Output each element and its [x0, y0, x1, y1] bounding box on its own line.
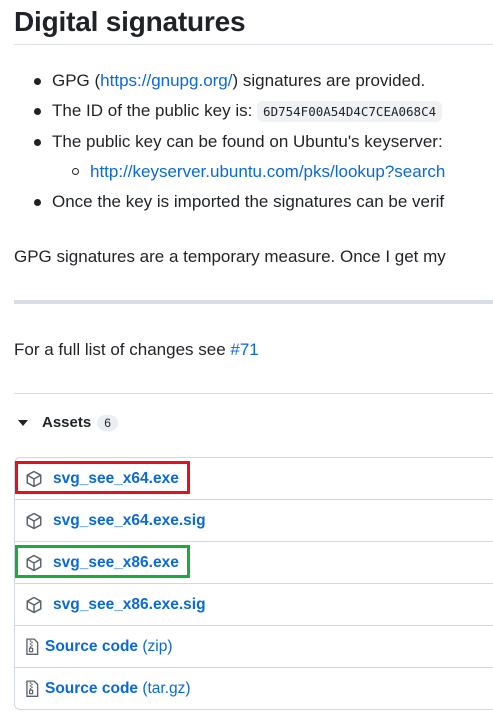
- asset-row: Source code (tar.gz): [15, 668, 493, 709]
- source-link-group: Source code (tar.gz): [39, 680, 191, 698]
- bullet-text: The public key can be found on Ubuntu's …: [52, 132, 443, 151]
- bullet-text: Once the key is imported the signatures …: [52, 192, 445, 211]
- assets-label: Assets: [42, 414, 92, 431]
- bullet-text: The ID of the public key is:: [52, 101, 258, 120]
- bullet-key-id: The ID of the public key is: 6D754F00A54…: [14, 96, 493, 127]
- asset-row: svg_see_x86.exe.sig: [15, 584, 493, 626]
- changes-line: For a full list of changes see #71: [14, 340, 259, 360]
- changes-link[interactable]: #71: [230, 340, 258, 359]
- bullet-dot: [34, 78, 41, 85]
- bullet-gpg: GPG (https://gnupg.org/) signatures are …: [14, 66, 493, 96]
- section-heading: Digital signatures: [14, 6, 246, 37]
- source-label: Source code: [45, 679, 139, 697]
- bullet-text: ) signatures are provided.: [232, 71, 426, 90]
- keyserver-link[interactable]: http://keyserver.ubuntu.com/pks/lookup?s…: [90, 162, 445, 181]
- keyserver-subitem: http://keyserver.ubuntu.com/pks/lookup?s…: [52, 157, 493, 187]
- heading-divider: [14, 44, 493, 45]
- source-format: (tar.gz): [142, 679, 191, 697]
- source-link-group: Source code (zip): [39, 638, 172, 656]
- keyserver-sublist: http://keyserver.ubuntu.com/pks/lookup?s…: [52, 157, 493, 187]
- file-zip-icon: [26, 679, 39, 697]
- gnupg-link[interactable]: https://gnupg.org/: [100, 71, 232, 90]
- asset-link[interactable]: svg_see_x86.exe.sig: [53, 596, 206, 614]
- package-icon: [26, 512, 42, 529]
- bullet-dot: [34, 139, 41, 146]
- asset-row: svg_see_x64.exe: [15, 458, 493, 500]
- package-icon: [26, 596, 42, 613]
- bullet-import: Once the key is imported the signatures …: [14, 187, 493, 217]
- asset-row: svg_see_x64.exe.sig: [15, 500, 493, 542]
- caret-down-icon: [18, 419, 28, 426]
- key-id-code: 6D754F00A54D4C7CEA068C4: [257, 101, 443, 122]
- bullet-dot: [34, 199, 41, 206]
- source-zip-link[interactable]: Source code (zip): [45, 638, 172, 655]
- bullet-circle: [72, 168, 79, 175]
- highlight-box: [15, 545, 190, 578]
- source-label: Source code: [45, 637, 139, 655]
- asset-link[interactable]: svg_see_x64.exe.sig: [53, 512, 206, 530]
- source-format: (zip): [142, 637, 173, 655]
- assets-count-badge: 6: [97, 414, 118, 431]
- assets-list: svg_see_x64.exe svg_see_x64.exe.sig svg_…: [14, 457, 493, 710]
- signature-bullets: GPG (https://gnupg.org/) signatures are …: [14, 66, 493, 217]
- assets-toggle[interactable]: Assets 6: [14, 414, 118, 431]
- asset-row: Source code (zip): [15, 626, 493, 668]
- bullet-keyserver: The public key can be found on Ubuntu's …: [14, 127, 493, 187]
- assets-divider: [14, 393, 493, 394]
- changes-text: For a full list of changes see: [14, 340, 231, 359]
- bullet-dot: [34, 108, 41, 115]
- highlight-box: [15, 461, 190, 494]
- section-divider: [14, 300, 493, 304]
- gpg-note: GPG signatures are a temporary measure. …: [14, 247, 446, 266]
- file-zip-icon: [26, 637, 39, 655]
- source-targz-link[interactable]: Source code (tar.gz): [45, 680, 191, 697]
- bullet-text: GPG (: [52, 71, 101, 90]
- asset-row: svg_see_x86.exe: [15, 542, 493, 584]
